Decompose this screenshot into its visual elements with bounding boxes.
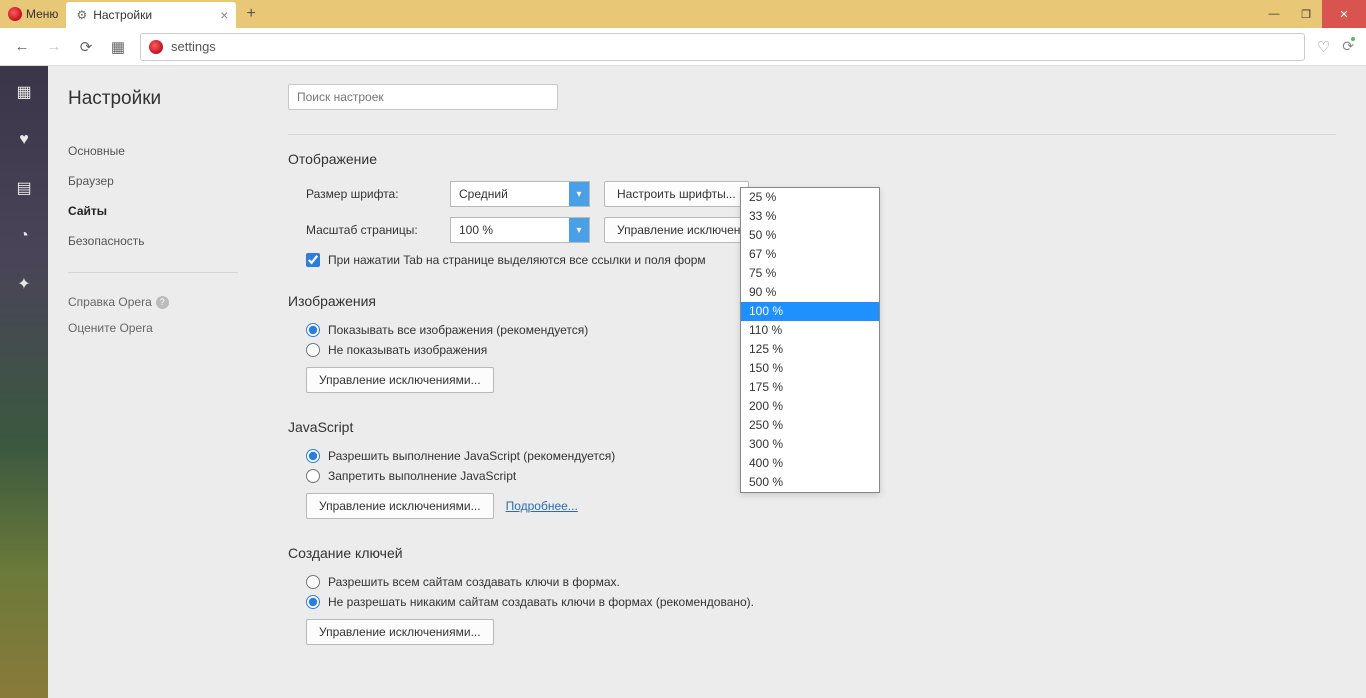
extension-reload-icon[interactable]: ⟳	[1342, 38, 1354, 55]
window-controls: — ❐ ✕	[1258, 0, 1366, 28]
zoom-option[interactable]: 400 %	[741, 454, 879, 473]
zoom-option[interactable]: 90 %	[741, 283, 879, 302]
keygen-deny-radio-row: Не разрешать никаким сайтам создавать кл…	[306, 595, 1336, 609]
address-bar[interactable]	[140, 33, 1305, 61]
minimize-button[interactable]: —	[1258, 0, 1290, 28]
vertical-icon-bar: ▦ ♥ ▤ ◔ ✦	[0, 66, 48, 698]
tab-highlight-label: При нажатии Tab на странице выделяются в…	[328, 253, 706, 267]
address-input[interactable]	[171, 39, 1296, 54]
extensions-puzzle-icon[interactable]: ✦	[14, 274, 34, 294]
js-allow-label: Разрешить выполнение JavaScript (рекомен…	[328, 449, 615, 463]
customize-fonts-button[interactable]: Настроить шрифты...	[604, 181, 749, 207]
sidebar-item-security[interactable]: Безопасность	[68, 226, 238, 256]
zoom-option[interactable]: 110 %	[741, 321, 879, 340]
zoom-option[interactable]: 175 %	[741, 378, 879, 397]
font-size-label: Размер шрифта:	[306, 187, 436, 201]
browser-tab[interactable]: ⚙ Настройки ×	[66, 2, 236, 28]
close-window-button[interactable]: ✕	[1322, 0, 1366, 28]
images-show-radio[interactable]	[306, 323, 320, 337]
zoom-option[interactable]: 300 %	[741, 435, 879, 454]
chevron-down-icon: ▾	[569, 218, 589, 242]
bookmark-heart-icon[interactable]: ♡	[1317, 38, 1330, 56]
help-question-icon: ?	[156, 296, 169, 309]
zoom-option[interactable]: 250 %	[741, 416, 879, 435]
keygen-exceptions-button[interactable]: Управление исключениями...	[306, 619, 494, 645]
sidebar-title: Настройки	[68, 88, 238, 110]
zoom-option[interactable]: 67 %	[741, 245, 879, 264]
favorites-heart-icon[interactable]: ♥	[14, 130, 34, 150]
zoom-dropdown[interactable]: 25 %33 %50 %67 %75 %90 %100 %110 %125 %1…	[740, 187, 880, 493]
images-hide-radio[interactable]	[306, 343, 320, 357]
keygen-deny-radio[interactable]	[306, 595, 320, 609]
page-zoom-select[interactable]: 100 % ▾	[450, 217, 590, 243]
opera-logo-icon	[8, 7, 22, 21]
speed-dial-icon[interactable]: ▦	[14, 82, 34, 102]
font-size-value: Средний	[459, 187, 508, 201]
new-tab-button[interactable]: +	[236, 0, 265, 28]
speed-dial-button[interactable]: ▦	[108, 37, 128, 57]
zoom-option[interactable]: 200 %	[741, 397, 879, 416]
keygen-heading: Создание ключей	[288, 545, 1336, 561]
js-deny-radio[interactable]	[306, 469, 320, 483]
app-menu-button[interactable]: Меню	[0, 0, 66, 28]
sidebar-item-sites[interactable]: Сайты	[68, 196, 238, 226]
js-deny-label: Запретить выполнение JavaScript	[328, 469, 516, 483]
forward-button[interactable]: →	[44, 37, 64, 57]
keygen-allow-label: Разрешить всем сайтам создавать ключи в …	[328, 575, 620, 589]
tab-title: Настройки	[93, 8, 152, 22]
keygen-allow-radio-row: Разрешить всем сайтам создавать ключи в …	[306, 575, 1336, 589]
keygen-allow-radio[interactable]	[306, 575, 320, 589]
js-allow-radio[interactable]	[306, 449, 320, 463]
chevron-down-icon: ▾	[569, 182, 589, 206]
tab-highlight-checkbox[interactable]	[306, 253, 320, 267]
help-label: Справка Opera	[68, 295, 152, 309]
sidebar-rate-link[interactable]: Оцените Opera	[68, 315, 238, 341]
zoom-option[interactable]: 50 %	[741, 226, 879, 245]
js-exceptions-button[interactable]: Управление исключениями...	[306, 493, 494, 519]
sidebar-item-browser[interactable]: Браузер	[68, 166, 238, 196]
settings-search-input[interactable]	[288, 84, 558, 110]
sidebar-item-basic[interactable]: Основные	[68, 136, 238, 166]
opera-badge-icon	[149, 40, 163, 54]
zoom-option[interactable]: 75 %	[741, 264, 879, 283]
images-show-label: Показывать все изображения (рекомендуетс…	[328, 323, 588, 337]
zoom-option[interactable]: 33 %	[741, 207, 879, 226]
settings-content: Отображение Размер шрифта: Средний ▾ Нас…	[258, 66, 1366, 698]
news-icon[interactable]: ▤	[14, 178, 34, 198]
images-hide-label: Не показывать изображения	[328, 343, 487, 357]
sidebar-help-link[interactable]: Справка Opera ?	[68, 289, 238, 315]
keygen-section: Создание ключей Разрешить всем сайтам со…	[288, 545, 1336, 645]
tab-close-icon[interactable]: ×	[220, 7, 228, 23]
keygen-deny-label: Не разрешать никаким сайтам создавать кл…	[328, 595, 754, 609]
main-area: ▦ ♥ ▤ ◔ ✦ Настройки Основные Браузер Сай…	[0, 66, 1366, 698]
reload-button[interactable]: ⟳	[76, 37, 96, 57]
browser-toolbar: ← → ⟳ ▦ ♡ ⟳	[0, 28, 1366, 66]
history-clock-icon[interactable]: ◔	[14, 226, 34, 246]
js-more-link[interactable]: Подробнее...	[506, 499, 578, 513]
back-button[interactable]: ←	[12, 37, 32, 57]
zoom-option[interactable]: 125 %	[741, 340, 879, 359]
zoom-option[interactable]: 100 %	[741, 302, 879, 321]
maximize-button[interactable]: ❐	[1290, 0, 1322, 28]
display-heading: Отображение	[288, 151, 1336, 167]
images-exceptions-button[interactable]: Управление исключениями...	[306, 367, 494, 393]
menu-label: Меню	[26, 7, 58, 21]
zoom-option[interactable]: 500 %	[741, 473, 879, 492]
settings-sidebar: Настройки Основные Браузер Сайты Безопас…	[48, 66, 258, 698]
zoom-option[interactable]: 25 %	[741, 188, 879, 207]
window-titlebar: Меню ⚙ Настройки × + — ❐ ✕	[0, 0, 1366, 28]
zoom-option[interactable]: 150 %	[741, 359, 879, 378]
page-zoom-value: 100 %	[459, 223, 493, 237]
page-zoom-label: Масштаб страницы:	[306, 223, 436, 237]
font-size-select[interactable]: Средний ▾	[450, 181, 590, 207]
gear-icon: ⚙	[76, 8, 87, 22]
